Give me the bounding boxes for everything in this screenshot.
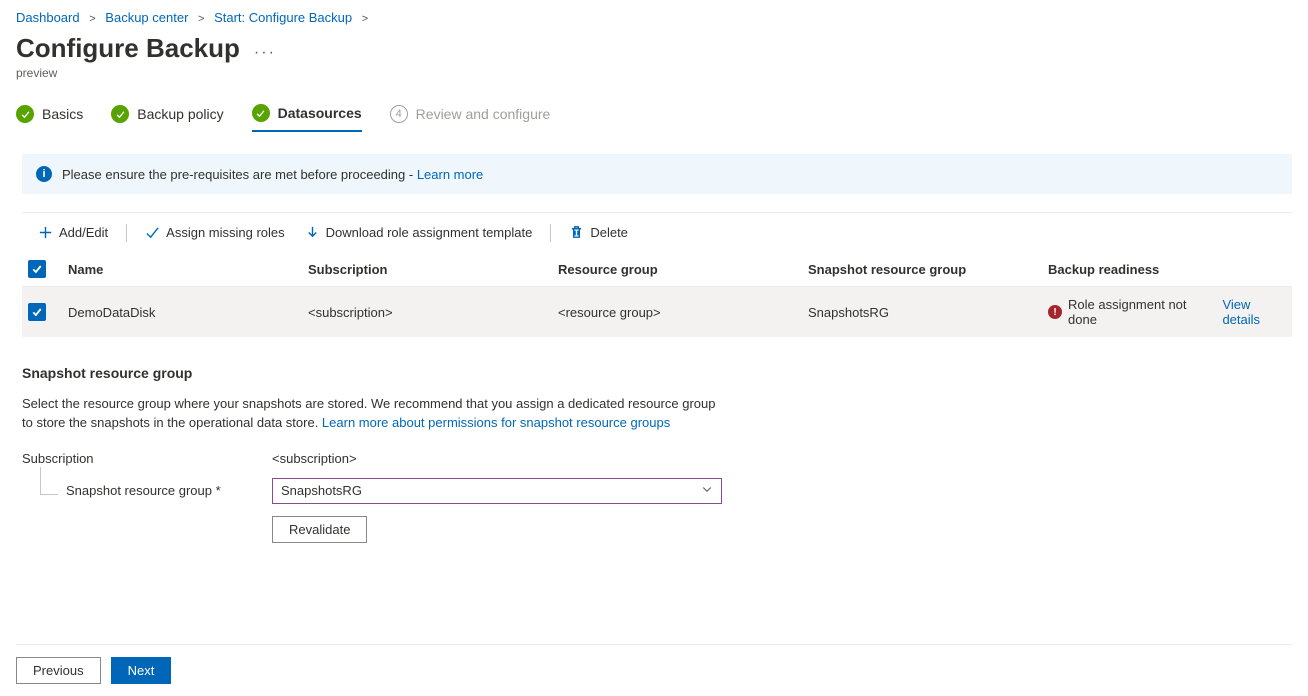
col-subscription: Subscription <box>302 262 552 277</box>
table-header-row: Name Subscription Resource group Snapsho… <box>22 252 1292 287</box>
select-all-checkbox[interactable] <box>28 260 46 278</box>
check-circle-icon <box>111 105 129 123</box>
info-icon: i <box>36 166 52 182</box>
chevron-down-icon <box>701 483 713 498</box>
chevron-right-icon: > <box>89 13 95 25</box>
cell-snapshot-rg: SnapshotsRG <box>802 305 1042 320</box>
row-checkbox[interactable] <box>28 303 46 321</box>
datasource-toolbar: Add/Edit Assign missing roles Download r… <box>22 212 1292 252</box>
check-circle-icon <box>16 105 34 123</box>
subscription-value: <subscription> <box>272 451 357 466</box>
delete-button[interactable]: Delete <box>559 221 638 244</box>
subscription-row: Subscription <subscription> <box>22 451 1292 466</box>
add-edit-button[interactable]: Add/Edit <box>28 221 118 244</box>
chevron-right-icon: > <box>362 13 368 25</box>
cell-name: DemoDataDisk <box>62 305 302 320</box>
cell-readiness: Role assignment not done <box>1068 297 1207 327</box>
step-review: 4 Review and configure <box>390 105 551 131</box>
revalidate-button[interactable]: Revalidate <box>272 516 367 543</box>
datasource-table: Name Subscription Resource group Snapsho… <box>22 252 1292 337</box>
col-name: Name <box>62 262 302 277</box>
check-icon <box>145 225 160 240</box>
toolbar-separator <box>550 224 551 242</box>
snapshot-rg-select[interactable]: SnapshotsRG <box>272 478 722 504</box>
breadcrumb: Dashboard > Backup center > Start: Confi… <box>16 0 1292 31</box>
download-icon <box>305 225 320 240</box>
chevron-right-icon: > <box>198 13 204 25</box>
snapshot-rg-selected: SnapshotsRG <box>281 483 362 498</box>
more-actions-icon[interactable]: ··· <box>254 44 276 62</box>
step-datasources[interactable]: Datasources <box>252 104 362 132</box>
error-icon: ! <box>1048 305 1062 319</box>
tree-connector-icon <box>40 467 58 495</box>
info-banner: i Please ensure the pre-requisites are m… <box>22 154 1292 194</box>
col-readiness: Backup readiness <box>1042 262 1292 277</box>
toolbar-separator <box>126 224 127 242</box>
section-description: Select the resource group where your sna… <box>22 395 722 433</box>
col-snapshot-rg: Snapshot resource group <box>802 262 1042 277</box>
page-title: Configure Backup <box>16 33 240 64</box>
cell-resource-group: <resource group> <box>552 305 802 320</box>
step-backup-policy[interactable]: Backup policy <box>111 105 223 131</box>
trash-icon <box>569 225 584 240</box>
wizard-steps: Basics Backup policy Datasources 4 Revie… <box>16 104 1292 132</box>
info-learn-more-link[interactable]: Learn more <box>417 167 483 182</box>
step-basics[interactable]: Basics <box>16 105 83 131</box>
info-text: Please ensure the pre-requisites are met… <box>62 167 417 182</box>
subscription-label: Subscription <box>22 451 272 466</box>
permissions-learn-more-link[interactable]: Learn more about permissions for snapsho… <box>322 415 670 430</box>
revalidate-row: Revalidate <box>22 516 1292 543</box>
next-button[interactable]: Next <box>111 657 172 684</box>
assign-roles-button[interactable]: Assign missing roles <box>135 221 295 244</box>
previous-button[interactable]: Previous <box>16 657 101 684</box>
breadcrumb-backup-center[interactable]: Backup center <box>105 10 188 25</box>
breadcrumb-dashboard[interactable]: Dashboard <box>16 10 80 25</box>
section-heading: Snapshot resource group <box>22 365 1292 381</box>
cell-subscription: <subscription> <box>302 305 552 320</box>
table-row[interactable]: DemoDataDisk <subscription> <resource gr… <box>22 287 1292 337</box>
breadcrumb-start-configure[interactable]: Start: Configure Backup <box>214 10 352 25</box>
snapshot-rg-label: Snapshot resource group * <box>66 483 221 498</box>
snapshot-rg-row: Snapshot resource group * SnapshotsRG <box>22 478 1292 504</box>
plus-icon <box>38 225 53 240</box>
view-details-link[interactable]: View details <box>1222 297 1286 327</box>
download-template-button[interactable]: Download role assignment template <box>295 221 543 244</box>
check-circle-icon <box>252 104 270 122</box>
page-subtitle: preview <box>16 66 1292 80</box>
wizard-footer: Previous Next <box>16 644 1292 684</box>
step-number-icon: 4 <box>390 105 408 123</box>
col-resource-group: Resource group <box>552 262 802 277</box>
